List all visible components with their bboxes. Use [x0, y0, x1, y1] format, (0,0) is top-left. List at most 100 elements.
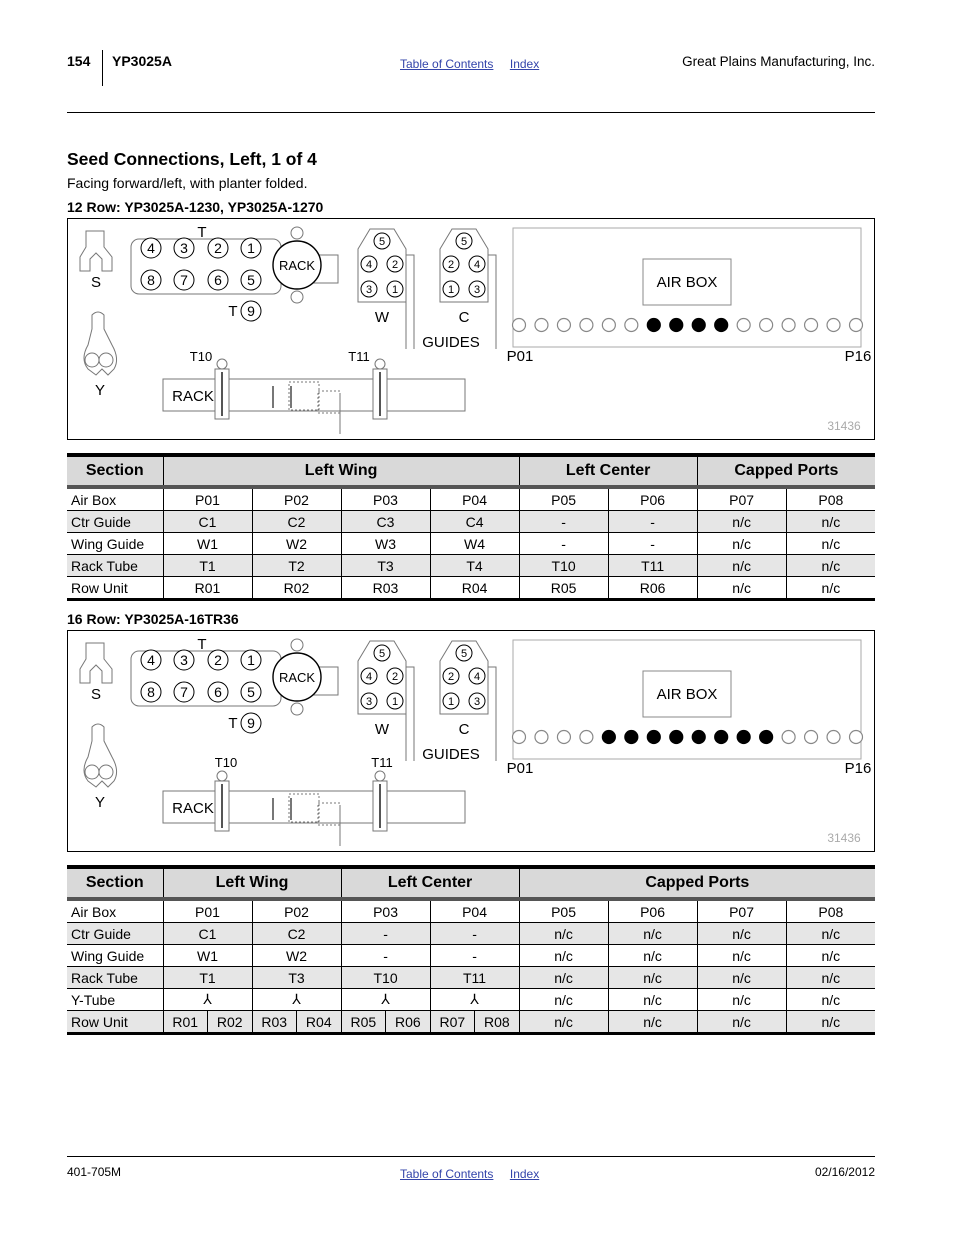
- table-cell: T4: [429, 554, 520, 577]
- table-cell: -: [518, 532, 609, 555]
- footer-nav: Table of Contents Index: [400, 1165, 551, 1183]
- rack-tube-port-number: 5: [247, 272, 255, 288]
- table-cell: W2: [251, 944, 342, 967]
- s-tube-icon: [79, 642, 113, 684]
- page-subtitle: Facing forward/left, with planter folded…: [67, 175, 308, 191]
- table-cell: T2: [251, 554, 341, 577]
- rack-tube-port-number: 6: [214, 684, 222, 700]
- page-number: 154: [67, 53, 91, 69]
- table-cell: n/c: [696, 576, 787, 601]
- header-divider: [102, 50, 103, 86]
- air-box-port-active: [646, 729, 661, 745]
- rack-tube-port-number: 2: [214, 652, 222, 668]
- table-row: Air Box P01 P02 P03 P04 P05 P06 P07 P08: [67, 899, 876, 923]
- table-cell: -: [607, 510, 698, 533]
- table-cell: T3: [340, 554, 430, 577]
- guide-port-number: 4: [474, 259, 480, 271]
- column-header: Left Center: [518, 453, 698, 489]
- table-cell: n/c: [518, 922, 609, 945]
- y-tube-label: Y: [95, 794, 105, 811]
- diagram-svg: SY4 3 2 18 7 6 5TRACK9T54 23 1W52 41 3CGUIDESAIR B…: [79, 636, 871, 846]
- rack-tube-port-number: 9: [247, 303, 255, 319]
- rack-tube-port-number: 8: [147, 684, 155, 700]
- rack-tube-t9-label: T: [228, 303, 237, 320]
- t10-label: T10: [190, 349, 212, 364]
- guides-label: GUIDES: [422, 334, 480, 351]
- y-tube-icon: [83, 311, 118, 376]
- table-cell: n/c: [785, 576, 876, 601]
- air-box-port: [601, 317, 616, 333]
- rack-tube-t-label: T: [197, 636, 206, 653]
- rack-tube-t9-label: T: [228, 715, 237, 732]
- section-heading-12-row: 12 Row: YP3025A-1230, YP3025A-1270: [67, 199, 324, 215]
- center-guide-label: C: [459, 309, 470, 326]
- table-cell: P04: [429, 899, 520, 923]
- guide-port-number: 1: [448, 696, 454, 708]
- air-box-label: AIR BOX: [657, 686, 718, 703]
- table-cell: ⅄: [251, 988, 342, 1011]
- table-cell: -: [340, 922, 431, 945]
- figure-id: 31436: [827, 419, 861, 433]
- air-box-port: [781, 317, 796, 333]
- rack-tube-port-number: 9: [247, 715, 255, 731]
- table-cell: R02: [207, 1010, 252, 1035]
- table-cell: R05: [518, 576, 609, 601]
- table-cell: n/c: [696, 1010, 787, 1035]
- air-box-port: [848, 317, 864, 333]
- row-label: Rack Tube: [67, 554, 163, 577]
- air-box-port-active: [759, 729, 774, 745]
- table-cell: n/c: [785, 554, 876, 577]
- port-last-label: P16: [845, 348, 872, 365]
- air-box-port: [826, 317, 841, 333]
- guide-port-number: 1: [392, 284, 398, 296]
- s-tube-label: S: [91, 686, 101, 703]
- table-cell: P07: [696, 487, 787, 511]
- wing-guide-label: W: [375, 721, 390, 738]
- guide-port-number: 3: [366, 284, 372, 296]
- rack-hub-label: RACK: [279, 670, 315, 685]
- rack-tube-port-number: 4: [147, 240, 155, 256]
- table-of-contents-link[interactable]: Table of Contents: [400, 57, 493, 71]
- index-link[interactable]: Index: [510, 57, 539, 71]
- row-label: Y-Tube: [67, 988, 163, 1011]
- figure-id: 31436: [827, 831, 861, 845]
- table-cell: n/c: [607, 922, 698, 945]
- row-label: Ctr Guide: [67, 510, 163, 533]
- table-row: Row Unit R01 R02 R03 R04 R05 R06 R07 R08 n/c n/c n/…: [67, 1010, 876, 1035]
- rack-hub-label: RACK: [279, 258, 315, 273]
- model-name: YP3025A: [112, 53, 172, 69]
- guide-port-number: 3: [474, 284, 480, 296]
- air-box-port: [556, 729, 572, 745]
- table-cell: -: [607, 532, 698, 555]
- table-cell: P07: [696, 899, 787, 923]
- table-cell: R05: [340, 1010, 386, 1035]
- table-cell: W1: [162, 532, 252, 555]
- table-cell: R04: [296, 1010, 342, 1035]
- guide-port-number: 2: [448, 259, 454, 271]
- t11-label: T11: [371, 755, 392, 770]
- table-header-row: Section Left Wing Left Center Capped Ports: [67, 865, 876, 901]
- rack-tube-port-number: 7: [180, 684, 188, 700]
- guide-port-number: 3: [366, 696, 372, 708]
- air-box-port: [736, 317, 751, 333]
- table-cell: n/c: [607, 988, 698, 1011]
- guide-port-number: 5: [379, 236, 385, 248]
- section-heading-16-row: 16 Row: YP3025A-16TR36: [67, 611, 239, 627]
- table-cell: n/c: [696, 532, 787, 555]
- air-box-port-active: [669, 729, 684, 745]
- table-cell: C1: [162, 922, 252, 945]
- air-box-port: [534, 317, 549, 333]
- guide-port-number: 3: [474, 696, 480, 708]
- table-of-contents-link[interactable]: Table of Contents: [400, 1167, 493, 1181]
- air-box-port-active: [646, 317, 661, 333]
- air-box-port-active: [714, 729, 729, 745]
- table-cell: C1: [162, 510, 252, 533]
- guide-port-number: 5: [461, 648, 467, 660]
- table-cell: W3: [340, 532, 430, 555]
- table-cell: W2: [251, 532, 341, 555]
- table-cell: R01: [162, 1010, 208, 1035]
- table-cell: ⅄: [429, 988, 520, 1011]
- index-link[interactable]: Index: [510, 1167, 539, 1181]
- table-cell: T1: [162, 554, 252, 577]
- table-cell: P05: [518, 487, 609, 511]
